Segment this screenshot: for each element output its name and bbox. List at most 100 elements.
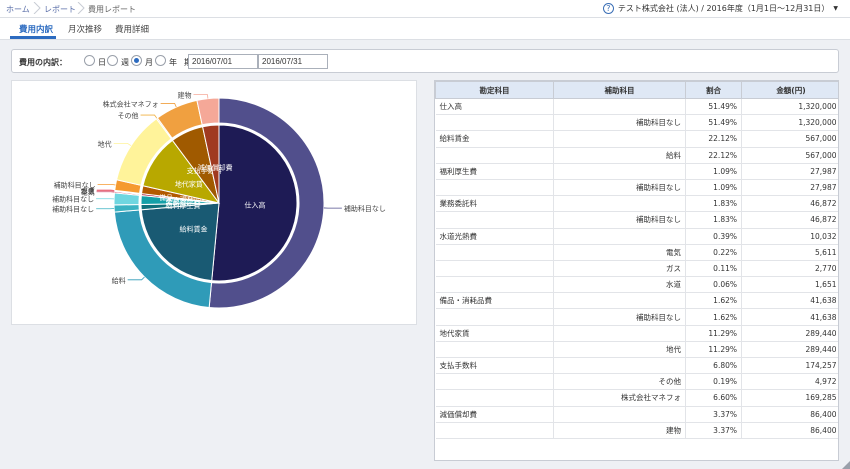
- period-start-input[interactable]: [188, 54, 258, 69]
- table-row[interactable]: ガス 0.11% 2,770: [435, 260, 838, 278]
- tab-bar: 費用内訳 月次推移 費用詳細: [0, 18, 850, 40]
- header-account: 勘定科目: [435, 81, 554, 99]
- table-row[interactable]: 備品・消耗品費 1.62% 41,638: [435, 292, 838, 310]
- cell-amount: 1,320,000: [741, 114, 838, 132]
- cell-amount: 2,770: [741, 260, 838, 278]
- label-leader-line: [97, 183, 116, 186]
- cell-amount: 86,400: [741, 406, 838, 423]
- table-header-row: 勘定科目 補助科目 割合 金額(円): [435, 81, 838, 99]
- outer-label: 地代: [98, 139, 112, 148]
- table-row[interactable]: 減価償却費 3.37% 86,400: [435, 406, 838, 423]
- cell-account: 支払手数料: [435, 357, 554, 375]
- cell-amount: 289,440: [741, 341, 838, 359]
- label-leader-line: [127, 276, 145, 281]
- cell-sub-account: [553, 292, 686, 310]
- label-leader-line: [113, 143, 132, 147]
- cell-ratio: 11.29%: [685, 341, 742, 359]
- cell-amount: 86,400: [741, 422, 838, 439]
- company-selector[interactable]: ? テスト株式会社 (法人) / 2016年度（1月1日〜12月31日） ▼: [602, 3, 838, 14]
- active-tab-indicator: [10, 36, 56, 39]
- cell-ratio: 1.62%: [685, 292, 742, 310]
- cell-sub-account: 補助科目なし: [553, 308, 686, 326]
- cell-sub-account: 電気: [553, 244, 686, 261]
- outer-label: 給料: [112, 276, 126, 285]
- cell-account: [435, 422, 554, 439]
- table-row[interactable]: 補助科目なし 51.49% 1,320,000: [435, 114, 838, 132]
- cell-sub-account: 水道: [553, 276, 686, 294]
- cell-amount: 289,440: [741, 325, 838, 342]
- inner-label: 地代家賃: [175, 179, 203, 188]
- cell-amount: 169,285: [741, 389, 838, 407]
- cell-amount: 567,000: [741, 130, 838, 148]
- radio-year-label: 年: [169, 58, 177, 67]
- caret-down-icon: ▼: [833, 5, 838, 12]
- cell-ratio: 22.12%: [685, 130, 742, 148]
- resize-handle-icon[interactable]: [842, 461, 850, 469]
- cell-ratio: 0.19%: [685, 373, 742, 391]
- table-row[interactable]: 福利厚生費 1.09% 27,987: [435, 163, 838, 180]
- header-ratio: 割合: [685, 81, 742, 99]
- cell-amount: 46,872: [741, 211, 838, 229]
- period-end-input[interactable]: [258, 54, 328, 69]
- radio-week[interactable]: [107, 55, 118, 66]
- table-row[interactable]: 水道光熱費 0.39% 10,032: [435, 228, 838, 245]
- cell-account: 地代家賃: [435, 325, 554, 342]
- cell-sub-account: 地代: [553, 341, 686, 359]
- radio-week-label: 週: [121, 58, 129, 67]
- tab-monthly-trend[interactable]: 月次推移: [68, 23, 102, 35]
- breadcrumb-home[interactable]: ホーム: [6, 4, 30, 15]
- table-row[interactable]: 株式会社マネフォ 6.60% 169,285: [435, 389, 838, 407]
- cell-amount: 174,257: [741, 357, 838, 375]
- cell-account: [435, 244, 554, 261]
- table-row[interactable]: その他 0.19% 4,972: [435, 373, 838, 391]
- table-row[interactable]: 補助科目なし 1.62% 41,638: [435, 308, 838, 326]
- table-row[interactable]: 水道 0.06% 1,651: [435, 276, 838, 294]
- cell-amount: 41,638: [741, 308, 838, 326]
- cell-ratio: 51.49%: [685, 114, 742, 132]
- radio-month-label: 月: [145, 58, 153, 67]
- table-row[interactable]: 補助科目なし 1.09% 27,987: [435, 179, 838, 197]
- cell-sub-account: 給料: [553, 147, 686, 164]
- company-name: テスト株式会社 (法人) / 2016年度（1月1日〜12月31日）: [617, 4, 830, 13]
- table-row[interactable]: 電気 0.22% 5,611: [435, 244, 838, 261]
- radio-year[interactable]: [155, 55, 166, 66]
- cell-sub-account: 補助科目なし: [553, 211, 686, 229]
- tab-cost-breakdown[interactable]: 費用内訳: [19, 23, 53, 35]
- label-leader-line: [193, 94, 209, 99]
- breadcrumb-separator-icon: [33, 2, 41, 14]
- table-row[interactable]: 支払手数料 6.80% 174,257: [435, 357, 838, 375]
- cell-sub-account: [553, 163, 686, 180]
- cell-amount: 5,611: [741, 244, 838, 261]
- table-row[interactable]: 地代 11.29% 289,440: [435, 341, 838, 359]
- cell-account: 給料賃金: [435, 130, 554, 148]
- cell-account: [435, 179, 554, 197]
- cell-ratio: 6.60%: [685, 389, 742, 407]
- tab-cost-detail[interactable]: 費用詳細: [115, 23, 149, 35]
- table-row[interactable]: 地代家賃 11.29% 289,440: [435, 325, 838, 342]
- radio-day-label: 日: [98, 58, 106, 67]
- cell-amount: 1,320,000: [741, 98, 838, 116]
- cell-account: [435, 341, 554, 359]
- cell-sub-account: 建物: [553, 422, 686, 439]
- breadcrumb-report[interactable]: レポート: [44, 4, 76, 15]
- cell-account: [435, 308, 554, 326]
- cell-sub-account: 株式会社マネフォ: [553, 389, 686, 407]
- table-row[interactable]: 補助科目なし 1.83% 46,872: [435, 211, 838, 229]
- cell-sub-account: [553, 130, 686, 148]
- table-row[interactable]: 建物 3.37% 86,400: [435, 422, 838, 439]
- table-row[interactable]: 給料 22.12% 567,000: [435, 147, 838, 164]
- table-row[interactable]: 業務委託料 1.83% 46,872: [435, 195, 838, 213]
- help-icon[interactable]: ?: [602, 3, 614, 14]
- outer-label: 建物: [177, 91, 191, 100]
- table-row[interactable]: 仕入高 51.49% 1,320,000: [435, 98, 838, 116]
- radio-day[interactable]: [84, 55, 95, 66]
- outer-label: 株式会社マネフォ: [103, 99, 159, 108]
- radio-month[interactable]: [131, 55, 142, 66]
- cell-account: [435, 276, 554, 294]
- inner-label: 給料賃金: [179, 224, 207, 233]
- cell-ratio: 1.09%: [685, 163, 742, 180]
- chart-panel: 補助科目なし 給料 補助科目なし 補助科目なし 電気 ガス 水道 補助科目なし 地代 その他 株式会…: [11, 80, 417, 325]
- table-row[interactable]: 給料賃金 22.12% 567,000: [435, 130, 838, 148]
- cell-account: [435, 211, 554, 229]
- top-bar: ホーム レポート 費用レポート ? テスト株式会社 (法人) / 2016年度（…: [0, 0, 850, 18]
